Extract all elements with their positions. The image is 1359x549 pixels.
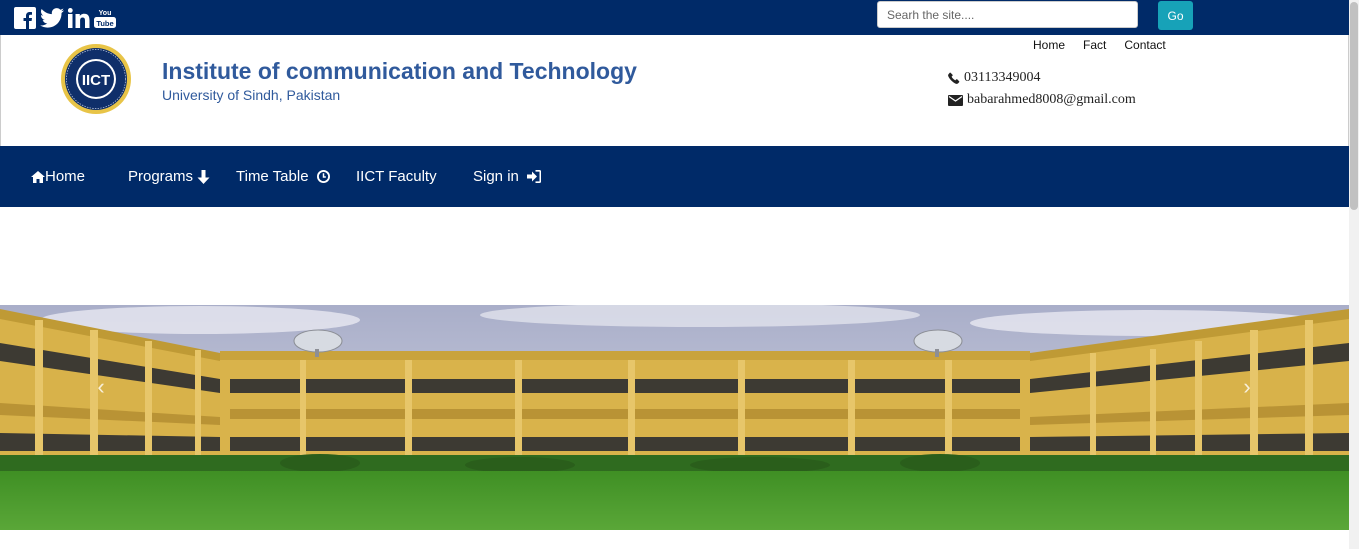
nav-sign-in[interactable]: Sign in xyxy=(473,146,541,207)
linkedin-icon[interactable] xyxy=(68,7,90,29)
campus-building-image xyxy=(0,305,1349,530)
site-subtitle: University of Sindh, Pakistan xyxy=(162,87,341,103)
twitter-icon[interactable] xyxy=(40,7,64,29)
iict-logo[interactable]: IICT xyxy=(60,43,132,115)
youtube-icon-text-bottom: Tube xyxy=(96,19,113,28)
facebook-icon[interactable] xyxy=(14,7,36,29)
carousel-next-button[interactable]: › xyxy=(1237,374,1257,399)
site-title: Institute of communication and Technolog… xyxy=(162,58,637,84)
phone-number: 03113349004 xyxy=(964,70,1041,85)
nav-home[interactable]: Home xyxy=(31,146,85,207)
nav-sign-in-label: Sign in xyxy=(473,168,519,185)
chevron-left-icon: ‹ xyxy=(97,374,105,399)
top-bar: You Tube Go xyxy=(0,0,1349,35)
logo-text: IICT xyxy=(82,72,110,89)
nav-time-table[interactable]: Time Table xyxy=(236,146,330,207)
site-header: IICT Institute of communication and Tech… xyxy=(0,35,1349,146)
header-link-fact[interactable]: Fact xyxy=(1083,38,1106,52)
email-address: babarahmed8008@gmail.com xyxy=(967,92,1136,107)
nav-iict-faculty-label: IICT Faculty xyxy=(356,168,437,185)
phone-icon xyxy=(948,72,960,84)
search-input[interactable] xyxy=(877,1,1138,28)
page-scrollbar[interactable] xyxy=(1349,0,1359,549)
hero-carousel: ‹ › xyxy=(0,305,1349,530)
nav-programs[interactable]: Programs xyxy=(128,146,210,207)
main-nav: Home Programs Time Table IICT Faculty Si… xyxy=(0,146,1349,207)
youtube-icon[interactable]: You Tube xyxy=(94,7,116,29)
header-links: Home Fact Contact xyxy=(1033,38,1184,52)
header-link-home[interactable]: Home xyxy=(1033,38,1065,52)
home-icon xyxy=(31,170,45,183)
sign-in-icon xyxy=(526,170,541,183)
clock-icon xyxy=(316,170,330,183)
header-link-contact[interactable]: Contact xyxy=(1124,38,1165,52)
nav-programs-label: Programs xyxy=(128,168,194,185)
envelope-icon xyxy=(948,94,963,106)
contact-phone: 03113349004 xyxy=(948,70,1040,86)
contact-email: babarahmed8008@gmail.com xyxy=(948,92,1136,108)
chevron-right-icon: › xyxy=(1243,374,1251,399)
go-button[interactable]: Go xyxy=(1158,1,1193,30)
scrollbar-thumb[interactable] xyxy=(1350,2,1358,210)
nav-home-label: Home xyxy=(45,168,86,185)
nav-time-table-label: Time Table xyxy=(236,168,309,185)
youtube-icon-text-top: You xyxy=(99,10,112,17)
carousel-prev-button[interactable]: ‹ xyxy=(91,374,111,399)
arrow-down-icon xyxy=(197,169,210,184)
nav-iict-faculty[interactable]: IICT Faculty xyxy=(356,146,437,207)
